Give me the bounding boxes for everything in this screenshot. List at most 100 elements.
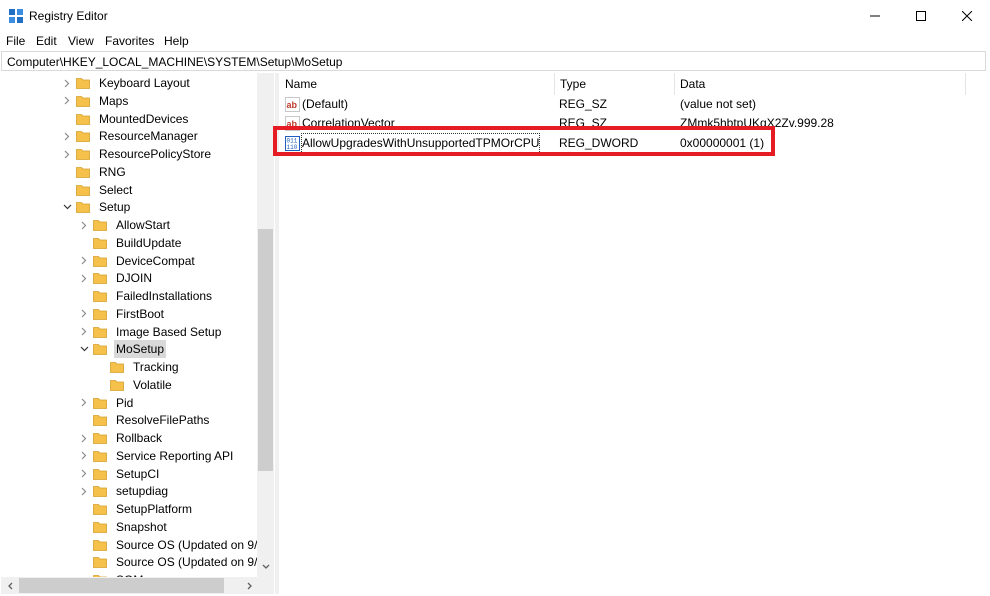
tree-item[interactable]: Maps	[61, 92, 130, 110]
tree-item[interactable]: Source OS (Updated on 9/6/	[78, 553, 269, 571]
value-data: (value not set)	[680, 97, 757, 111]
scroll-left-button[interactable]	[1, 577, 18, 594]
tree-item[interactable]: FailedInstallations	[78, 287, 214, 305]
value-row[interactable]: ab (Default) REG_SZ (value not set)	[279, 95, 990, 114]
tree-item[interactable]: SetupPlatform	[78, 500, 194, 518]
chevron-right-icon[interactable]	[78, 216, 90, 234]
tree-horizontal-scrollbar[interactable]	[1, 577, 258, 594]
chevron-right-icon[interactable]	[61, 145, 73, 163]
tree-item[interactable]: Source OS (Updated on 9/26	[78, 536, 273, 554]
tree-item-label: ResourcePolicyStore	[99, 147, 212, 161]
string-value-icon: ab	[285, 97, 300, 112]
folder-icon	[76, 95, 90, 107]
tree-horizontal-scroll-thumb[interactable]	[19, 578, 224, 593]
folder-icon	[93, 485, 107, 498]
folder-icon	[76, 113, 90, 125]
menu-view[interactable]: View	[68, 34, 94, 48]
folder-icon	[93, 468, 107, 480]
chevron-right-icon[interactable]	[78, 305, 90, 323]
scrollbar-corner	[257, 577, 274, 594]
tree-item-label: DJOIN	[116, 271, 152, 286]
menu-favorites[interactable]: Favorites	[105, 34, 154, 48]
maximize-button[interactable]	[898, 0, 944, 32]
tree-item-label: Keyboard Layout	[99, 76, 190, 90]
scroll-down-button[interactable]	[257, 558, 274, 575]
key-tree[interactable]: Keyboard Layout Maps MountedDevices Resourc…	[1, 73, 274, 577]
tree-item[interactable]: Setup	[61, 198, 132, 216]
chevron-right-icon[interactable]	[78, 447, 90, 465]
tree-vertical-scrollbar[interactable]	[257, 73, 274, 577]
tree-item[interactable]: Volatile	[95, 376, 174, 394]
chevron-right-icon[interactable]	[78, 252, 90, 270]
column-type[interactable]: Type	[554, 73, 674, 95]
address-bar[interactable]: Computer\HKEY_LOCAL_MACHINE\SYSTEM\Setup…	[1, 51, 986, 71]
tree-item[interactable]: AllowStart	[78, 216, 172, 234]
folder-icon	[93, 272, 107, 285]
tree-item[interactable]: Tracking	[95, 358, 181, 376]
tree-item-label: Source OS (Updated on 9/6/	[116, 555, 268, 570]
folder-icon	[76, 130, 90, 143]
chevron-right-icon[interactable]	[61, 92, 73, 110]
tree-item[interactable]: Pid	[78, 394, 135, 412]
tree-item[interactable]: Snapshot	[78, 518, 169, 536]
tree-item[interactable]: ResolveFilePaths	[78, 411, 211, 429]
tree-item-label: DeviceCompat	[116, 253, 195, 268]
menu-help[interactable]: Help	[164, 34, 189, 48]
chevron-right-icon[interactable]	[61, 74, 73, 92]
tree-item[interactable]: FirstBoot	[78, 305, 166, 323]
tree-item-label: Tracking	[133, 360, 179, 374]
close-button[interactable]	[944, 0, 990, 32]
tree-item-label: RNG	[99, 164, 126, 179]
address-path: Computer\HKEY_LOCAL_MACHINE\SYSTEM\Setup…	[7, 55, 343, 69]
column-separator[interactable]	[965, 73, 966, 95]
chevron-right-icon[interactable]	[78, 269, 90, 287]
menu-edit[interactable]: Edit	[36, 34, 57, 48]
tree-item[interactable]: setupdiag	[78, 482, 170, 500]
window-title: Registry Editor	[29, 9, 108, 23]
tree-item[interactable]: SetupCI	[78, 465, 161, 483]
scroll-right-button[interactable]	[241, 577, 258, 594]
close-icon	[962, 11, 972, 21]
tree-item[interactable]: BuildUpdate	[78, 234, 183, 252]
folder-icon	[93, 521, 107, 533]
folder-icon	[93, 397, 107, 409]
tree-item[interactable]: Image Based Setup	[78, 323, 223, 341]
tree-item[interactable]: MoSetup	[78, 340, 167, 359]
title-bar: Registry Editor	[0, 0, 990, 32]
folder-icon	[93, 343, 107, 356]
chevron-right-icon[interactable]	[78, 482, 90, 500]
tree-item[interactable]: ResourceManager	[61, 127, 200, 145]
chevron-down-icon[interactable]	[78, 340, 90, 358]
folder-icon	[76, 77, 90, 89]
tree-item-label: Volatile	[133, 377, 172, 392]
menu-file[interactable]: File	[6, 34, 25, 48]
folder-icon	[110, 361, 124, 373]
menu-bar: File Edit View Favorites Help	[0, 32, 990, 50]
chevron-right-icon[interactable]	[78, 323, 90, 341]
chevron-down-icon[interactable]	[61, 198, 73, 216]
folder-icon	[93, 414, 107, 427]
tree-item[interactable]: Service Reporting API	[78, 447, 235, 465]
tree-item[interactable]: Keyboard Layout	[61, 74, 192, 92]
tree-item[interactable]: Rollback	[78, 429, 164, 447]
tree-item[interactable]: DJOIN	[78, 269, 154, 287]
chevron-right-icon[interactable]	[78, 465, 90, 483]
chevron-right-icon[interactable]	[78, 394, 90, 412]
minimize-icon	[870, 15, 880, 17]
column-name[interactable]: Name	[279, 73, 554, 95]
tree-item[interactable]: Select	[61, 181, 134, 199]
minimize-button[interactable]	[852, 0, 898, 32]
folder-icon	[93, 503, 107, 515]
tree-vertical-scroll-thumb[interactable]	[258, 229, 273, 471]
tree-item[interactable]: DeviceCompat	[78, 252, 197, 270]
column-data[interactable]: Data	[674, 73, 964, 95]
tree-item[interactable]: RNG	[61, 163, 128, 181]
chevron-right-icon[interactable]	[61, 127, 73, 145]
tree-item-label: MoSetup	[114, 340, 167, 359]
chevron-right-icon[interactable]	[78, 429, 90, 447]
tree-item[interactable]: ResourcePolicyStore	[61, 145, 213, 163]
tree-item[interactable]: MountedDevices	[61, 110, 190, 128]
